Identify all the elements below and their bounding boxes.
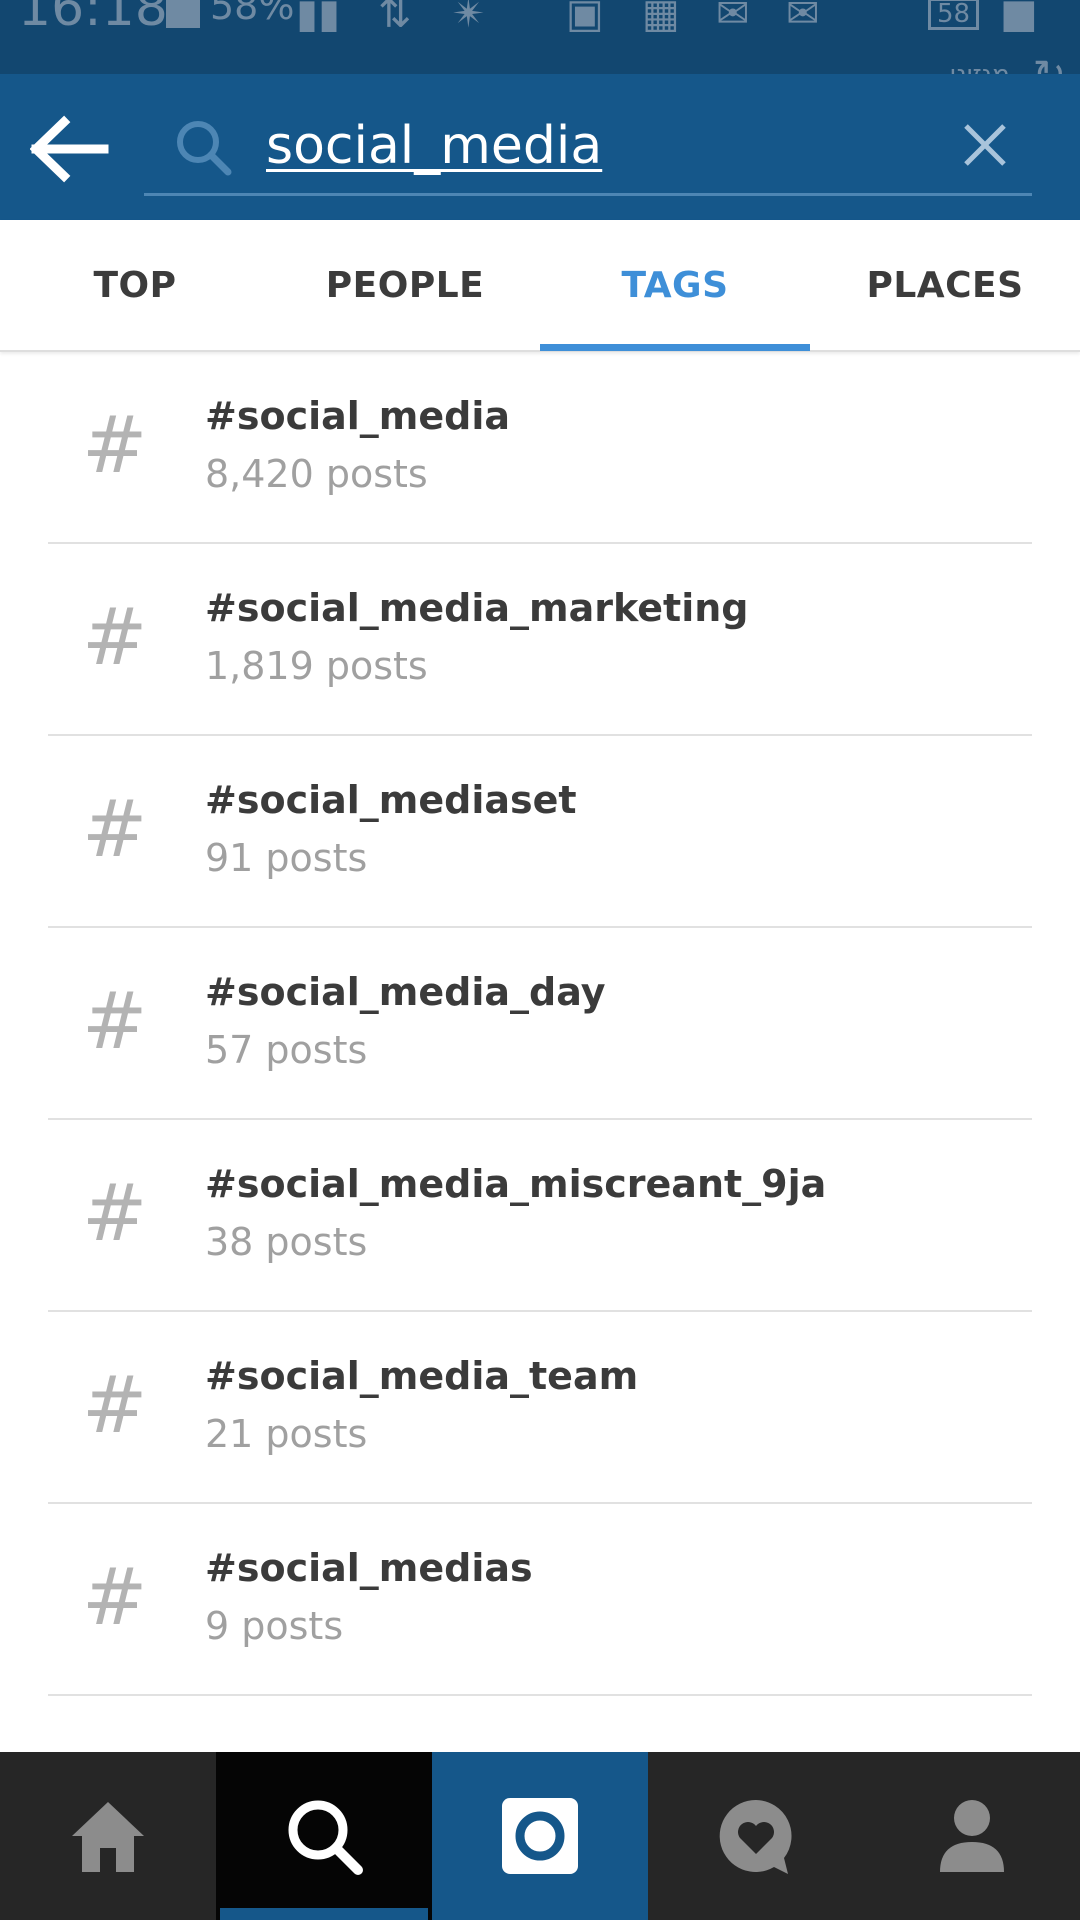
tag-results-list: # #social_media 8,420 posts # #social_me… xyxy=(0,352,1080,1752)
tag-name: #social_media_miscreant_9ja xyxy=(205,1162,827,1206)
nav-home[interactable] xyxy=(0,1752,216,1920)
nav-camera[interactable] xyxy=(432,1752,648,1920)
hashtag-icon: # xyxy=(82,593,148,683)
tag-post-count: 91 posts xyxy=(205,836,368,880)
tab-places[interactable]: PLACES xyxy=(810,220,1080,352)
bluetooth-icon: ✴ xyxy=(452,0,486,37)
list-item[interactable]: # #social_media 8,420 posts xyxy=(0,352,1080,544)
tag-post-count: 1,819 posts xyxy=(205,644,428,688)
tag-post-count: 9 posts xyxy=(205,1604,344,1648)
active-nav-indicator xyxy=(220,1908,428,1920)
search-input[interactable]: social_media xyxy=(144,102,1032,196)
list-item[interactable]: # #social_media_day 57 posts xyxy=(0,928,1080,1120)
search-icon xyxy=(177,121,232,176)
peek-text: מגזינו xyxy=(949,60,1010,74)
tab-tags[interactable]: TAGS xyxy=(540,220,810,352)
tag-post-count: 8,420 posts xyxy=(205,452,428,496)
hashtag-icon: # xyxy=(82,977,148,1067)
activity-heart-icon xyxy=(719,1799,792,1874)
tag-post-count: 38 posts xyxy=(205,1220,368,1264)
hashtag-icon: # xyxy=(82,1553,148,1643)
message-notification-icon: ■ xyxy=(1000,0,1038,37)
refresh-icon: ↻ xyxy=(1032,52,1066,74)
divider xyxy=(48,1694,1032,1696)
list-item[interactable]: # #social_media_team 21 posts xyxy=(0,1312,1080,1504)
hashtag-icon: # xyxy=(82,1361,148,1451)
active-tab-indicator xyxy=(540,344,810,351)
list-item[interactable]: # #social_media_miscreant_9ja 38 posts xyxy=(0,1120,1080,1312)
camera-icon xyxy=(502,1798,578,1874)
bottom-navigation xyxy=(0,1752,1080,1920)
signal-icon: ▮▮ xyxy=(296,0,341,37)
nav-profile[interactable] xyxy=(864,1752,1080,1920)
tag-post-count: 57 posts xyxy=(205,1028,368,1072)
tag-name: #social_media_marketing xyxy=(205,586,749,630)
status-time: 16:18 xyxy=(18,0,168,38)
back-button[interactable] xyxy=(29,114,110,184)
tag-post-count: 21 posts xyxy=(205,1412,368,1456)
hashtag-icon: # xyxy=(82,1169,148,1259)
battery-percent: 58% xyxy=(210,0,295,28)
tag-name: #social_media_team xyxy=(205,1354,639,1398)
nav-search[interactable] xyxy=(216,1752,432,1920)
profile-icon xyxy=(940,1800,1004,1872)
gmail-notification-icon-2: ✉ xyxy=(786,0,820,37)
instagram-notification-icon: ▣ xyxy=(566,0,604,37)
list-item[interactable]: # #social_medias 9 posts xyxy=(0,1504,1080,1696)
search-query-text[interactable]: social_media xyxy=(266,116,602,176)
status-bar: 16:18 58% ▮▮ ⇅ ✴ ▣ ▦ ✉ ✉ 58 ■ מגזינו ↻ xyxy=(0,0,1080,74)
list-item[interactable]: # #social_mediaset 91 posts xyxy=(0,736,1080,928)
tab-people[interactable]: PEOPLE xyxy=(270,220,540,352)
tag-name: #social_mediaset xyxy=(205,778,577,822)
list-item[interactable]: # #social_media_marketing 1,819 posts xyxy=(0,544,1080,736)
tag-name: #social_medias xyxy=(205,1546,533,1590)
back-arrow-icon xyxy=(29,115,109,183)
calendar-notification-icon: ▦ xyxy=(642,0,680,37)
clear-search-icon[interactable] xyxy=(960,120,1010,170)
gmail-notification-icon: ✉ xyxy=(716,0,750,37)
hashtag-icon: # xyxy=(82,401,148,491)
battery-icon xyxy=(166,0,200,28)
home-icon xyxy=(72,1802,144,1872)
search-tabs: TOP PEOPLE TAGS PLACES xyxy=(0,220,1080,352)
data-transfer-icon: ⇅ xyxy=(378,0,412,37)
hashtag-icon: # xyxy=(82,785,148,875)
tag-name: #social_media xyxy=(205,394,511,438)
search-header: social_media xyxy=(0,74,1080,220)
notification-count-badge: 58 xyxy=(928,0,980,30)
nav-activity[interactable] xyxy=(648,1752,864,1920)
tab-top[interactable]: TOP xyxy=(0,220,270,352)
tag-name: #social_media_day xyxy=(205,970,606,1014)
search-icon xyxy=(288,1800,363,1875)
